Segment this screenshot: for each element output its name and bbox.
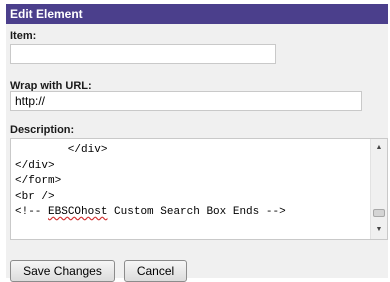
- wrap-url-input[interactable]: [10, 91, 362, 111]
- code-text: Custom Search Box Ends -->: [107, 206, 286, 218]
- code-line: </div>: [15, 159, 55, 172]
- description-textarea[interactable]: </div> </div> </form> <br /> <!-- EBSCOhost …: [10, 138, 388, 240]
- code-line: <!-- EBSCOhost Custom Search Box Ends --…: [15, 205, 365, 221]
- description-label: Description:: [10, 124, 75, 136]
- scrollbar-thumb[interactable]: [373, 209, 385, 217]
- save-changes-button[interactable]: Save Changes: [10, 260, 115, 282]
- item-input[interactable]: [10, 44, 276, 64]
- code-line: </form>: [15, 175, 62, 187]
- dialog-title: Edit Element: [6, 4, 388, 24]
- code-line: </div>: [15, 144, 108, 156]
- cancel-button[interactable]: Cancel: [124, 260, 187, 282]
- vertical-scrollbar[interactable]: ▲ ▼: [370, 139, 387, 239]
- scroll-down-arrow-icon[interactable]: ▼: [371, 223, 387, 237]
- code-text: <!--: [15, 206, 49, 218]
- edit-element-dialog: Edit Element Item: Wrap with URL: Descri…: [6, 4, 388, 282]
- item-label: Item:: [10, 30, 37, 42]
- code-line: <br />: [15, 190, 55, 203]
- description-content[interactable]: </div> </div> </form> <br /> <!-- EBSCOhost …: [15, 143, 365, 221]
- misspelled-word: EBSCOhost: [48, 206, 108, 218]
- scroll-up-arrow-icon[interactable]: ▲: [371, 141, 387, 155]
